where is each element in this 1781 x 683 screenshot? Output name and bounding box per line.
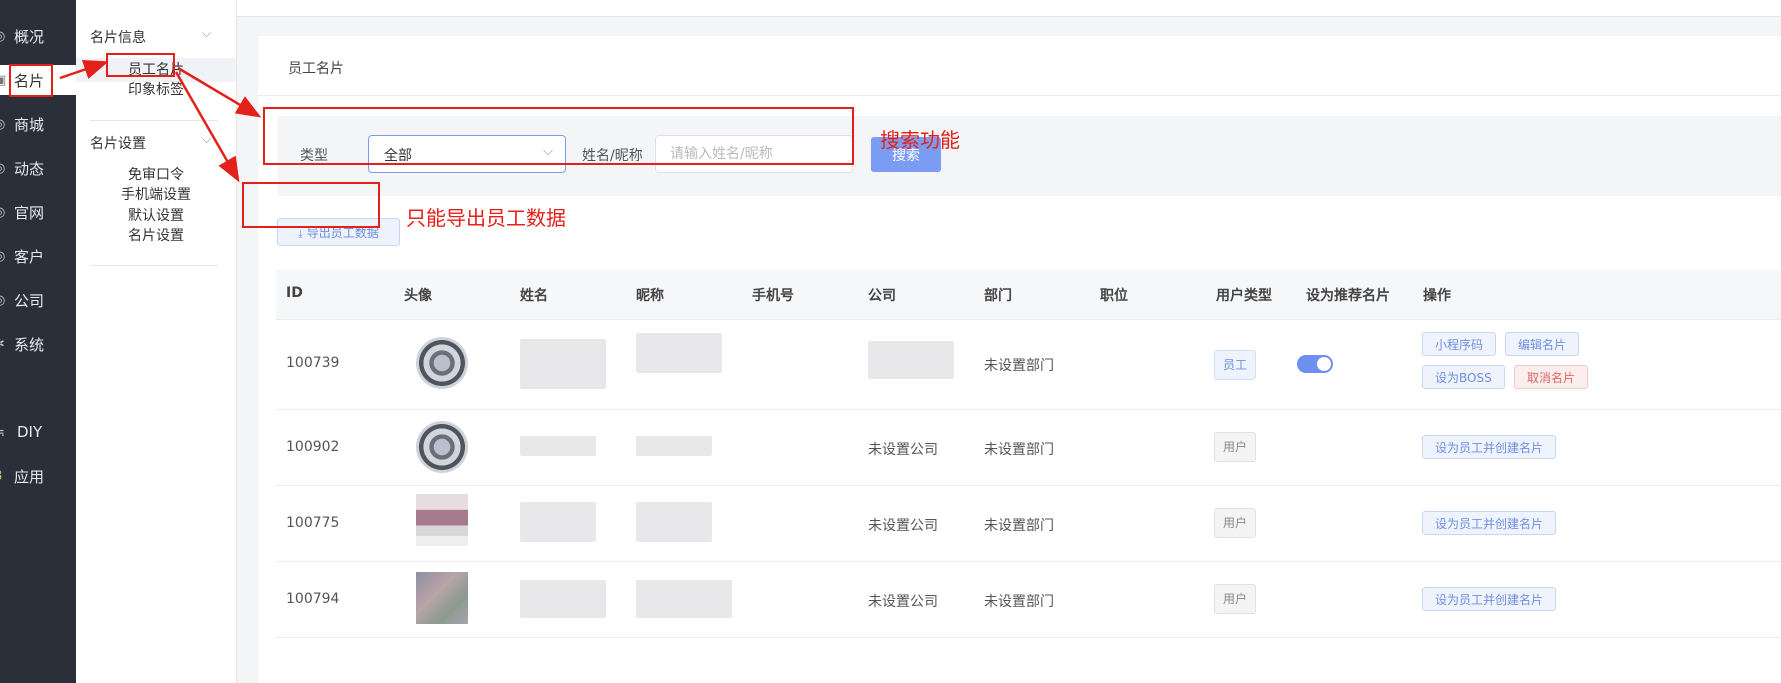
arrow-to-search	[177, 66, 262, 118]
arrow-to-export	[174, 71, 240, 183]
annotation-arrows	[59, 59, 262, 183]
arrow-to-employee-card	[59, 59, 109, 80]
